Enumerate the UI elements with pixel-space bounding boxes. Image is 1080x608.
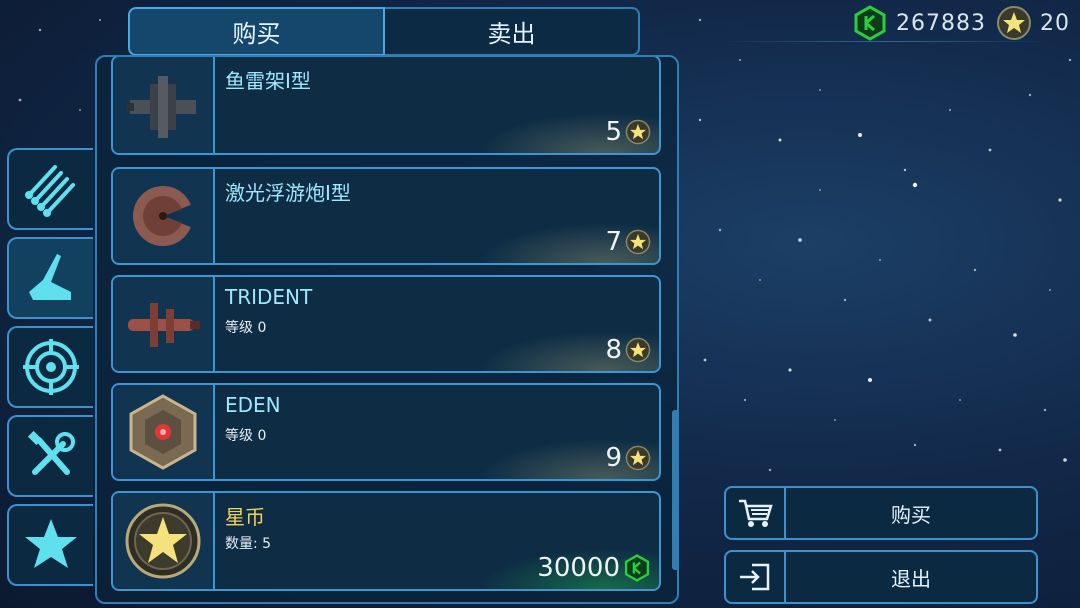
crosshair-icon <box>23 339 79 395</box>
item-thumbnail <box>113 57 215 153</box>
item-name: 星币 <box>225 505 265 529</box>
list-item[interactable]: 鱼雷架I型 5 <box>111 57 661 155</box>
category-special-button[interactable] <box>7 504 93 586</box>
list-item[interactable]: EDEN 等级 0 9 <box>111 383 661 481</box>
gold-star-coin-icon <box>997 6 1031 40</box>
price-value: 5 <box>605 117 622 147</box>
gold-star-coin-icon <box>625 119 651 145</box>
category-weapons-button[interactable] <box>7 326 93 408</box>
category-missiles-button[interactable] <box>7 148 93 230</box>
category-modules-button[interactable] <box>7 415 93 497</box>
stars-value: 20 <box>1040 10 1070 36</box>
list-item[interactable]: TRIDENT 等级 0 8 <box>111 275 661 373</box>
item-name: 鱼雷架I型 <box>225 69 311 93</box>
category-hulls-button[interactable] <box>7 237 93 319</box>
price-value: 8 <box>605 335 622 365</box>
stars-display: 20 <box>996 5 1070 41</box>
gold-star-coin-icon <box>625 445 651 471</box>
price-value: 7 <box>605 227 622 257</box>
trident-ship-icon <box>128 303 200 347</box>
green-hex-credit-icon <box>854 5 886 41</box>
item-thumbnail <box>113 493 215 589</box>
item-price: 7 <box>605 227 651 257</box>
exit-button-label: 退出 <box>891 566 931 591</box>
credits-display: 267883 <box>852 5 986 41</box>
gold-star-coin-icon <box>125 503 201 579</box>
item-thumbnail <box>113 169 215 263</box>
price-value: 9 <box>605 443 622 473</box>
list-scrollbar[interactable] <box>672 410 679 570</box>
exit-button[interactable]: 退出 <box>724 550 1038 604</box>
item-level: 等级 0 <box>225 320 267 336</box>
item-price: 5 <box>605 117 651 147</box>
buy-button[interactable]: 购买 <box>724 486 1038 540</box>
item-thumbnail <box>113 277 215 371</box>
eden-hexagon-icon <box>129 394 197 470</box>
torpedo-rack-icon <box>126 76 196 138</box>
star-icon <box>25 519 77 568</box>
gold-star-coin-icon <box>625 337 651 363</box>
item-thumbnail <box>113 385 215 479</box>
exit-door-icon <box>740 563 770 591</box>
credits-value: 267883 <box>896 10 986 36</box>
ship-hull-icon <box>29 254 71 300</box>
shop-tabs: 购买 卖出 <box>128 7 640 56</box>
wrench-screwdriver-icon <box>27 430 75 475</box>
price-value: 30000 <box>537 553 620 583</box>
list-item[interactable]: 激光浮游炮I型 7 <box>111 167 661 265</box>
missile-bundle-icon <box>25 165 75 217</box>
list-item[interactable]: 星币 数量: 5 30000 <box>111 491 661 591</box>
tab-sell[interactable]: 卖出 <box>385 7 640 56</box>
divider <box>720 41 1050 42</box>
green-hex-credit-icon <box>624 554 650 582</box>
exit-button-icon-area <box>726 552 786 602</box>
buy-button-icon-area <box>726 488 786 538</box>
item-name: 激光浮游炮I型 <box>225 181 351 205</box>
item-level: 等级 0 <box>225 428 267 444</box>
item-name: EDEN <box>225 393 281 417</box>
gold-star-coin-icon <box>625 229 651 255</box>
item-price: 8 <box>605 335 651 365</box>
shopping-cart-icon <box>739 499 773 527</box>
item-price: 30000 <box>537 553 651 583</box>
laser-drone-icon <box>133 186 196 246</box>
tab-buy[interactable]: 购买 <box>128 7 385 56</box>
buy-button-label: 购买 <box>891 502 931 527</box>
currency-bar: 267883 20 <box>852 5 1070 41</box>
item-name: TRIDENT <box>225 285 313 309</box>
item-list-panel[interactable]: 鱼雷架I型 5 激光浮游炮I型 7 TRIDENT 等级 0 8 EDEN 等级… <box>95 55 679 604</box>
item-quantity: 数量: 5 <box>225 536 272 552</box>
item-price: 9 <box>605 443 651 473</box>
